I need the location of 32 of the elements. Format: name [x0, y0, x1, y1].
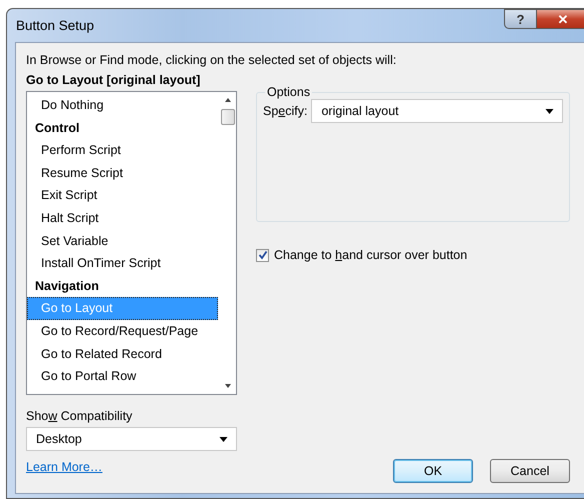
help-button[interactable]: ? — [504, 9, 537, 29]
checkbox-label: Change to hand cursor over button — [274, 248, 468, 262]
checkbox[interactable] — [256, 248, 269, 262]
list-item[interactable]: Halt Script — [27, 206, 219, 230]
ok-button[interactable]: OK — [393, 459, 473, 483]
list-category: Navigation — [34, 278, 100, 295]
window-title: Button Setup — [16, 18, 94, 33]
instruction-text: In Browse or Find mode, clicking on the selected set of objects will: — [26, 53, 398, 67]
list-item[interactable]: Resume Script — [27, 162, 219, 184]
specify-dropdown[interactable]: original layout — [311, 99, 563, 123]
list-item[interactable]: Go to Record/Request/Page — [27, 320, 219, 343]
current-action: Go to Layout [original layout] — [26, 73, 202, 87]
list-item[interactable]: Set Variable — [27, 230, 219, 252]
specify-label: Specify: — [263, 104, 308, 118]
list-item[interactable]: Perform Script — [27, 139, 219, 162]
scroll-thumb[interactable] — [220, 109, 234, 125]
list-item[interactable]: Do Nothing — [27, 94, 219, 117]
list-item[interactable]: Go to Related Record — [27, 342, 219, 366]
compatibility-label: Show Compatibility — [26, 409, 134, 423]
list-item[interactable]: Go to Portal Row — [27, 365, 219, 388]
group-title: Options — [266, 85, 312, 99]
list-item[interactable]: Install OnTimer Script — [27, 252, 219, 275]
cancel-button[interactable]: Cancel — [490, 459, 570, 483]
scroll-up-icon[interactable] — [224, 96, 232, 104]
list-item[interactable]: Exit Script — [27, 184, 219, 207]
list-category: Control — [34, 120, 80, 137]
dropdown-arrow-icon — [219, 436, 228, 442]
scroll-down-icon[interactable] — [224, 382, 232, 390]
compatibility-dropdown[interactable]: Desktop — [26, 427, 237, 451]
close-button[interactable]: ✕ — [537, 9, 584, 29]
dropdown-arrow-icon — [545, 108, 554, 114]
learn-more-link[interactable]: Learn More… — [26, 460, 102, 474]
